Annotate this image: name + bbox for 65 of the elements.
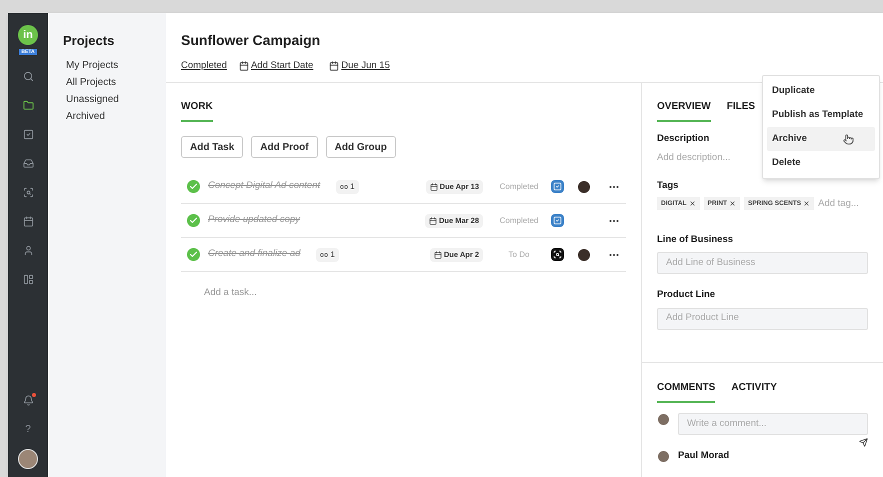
sidebar-item[interactable]: All Projects <box>66 76 151 90</box>
calendar-icon <box>434 250 442 258</box>
tab[interactable]: FILES <box>726 99 756 122</box>
calendar-icon <box>329 61 340 72</box>
start-date-link[interactable]: Add Start Date <box>238 59 314 74</box>
user-avatar <box>657 413 670 426</box>
tab[interactable]: WORK <box>181 99 213 122</box>
due-date-link[interactable]: Due Jun 15 <box>329 59 390 74</box>
link-icon <box>340 182 348 190</box>
tab[interactable]: ACTIVITY <box>731 380 777 403</box>
sidebar-title: Projects <box>63 32 116 50</box>
link-icon <box>320 250 328 258</box>
menu-item[interactable]: Archive <box>767 127 875 151</box>
checkbox-icon[interactable] <box>22 129 34 140</box>
task-status: To Do <box>508 248 530 260</box>
field-label: Description <box>657 132 710 146</box>
complete-check-icon[interactable] <box>187 214 200 227</box>
search-icon[interactable] <box>22 71 34 82</box>
layout-icon[interactable] <box>22 274 34 286</box>
action-button[interactable]: Add Group <box>326 136 396 158</box>
field-label: Tags <box>657 178 678 192</box>
menu-item[interactable]: Publish as Template <box>767 103 875 127</box>
complete-check-icon[interactable] <box>187 248 200 261</box>
remove-icon[interactable] <box>729 200 736 208</box>
notification-bell-icon[interactable] <box>22 395 34 406</box>
task-status: Completed <box>498 180 540 192</box>
calendar-icon <box>238 61 249 72</box>
proof-app-icon[interactable] <box>551 180 564 193</box>
status-link[interactable]: Completed <box>181 59 227 74</box>
calendar-icon[interactable] <box>22 216 34 228</box>
action-button[interactable]: Add Task <box>181 136 244 158</box>
tab[interactable]: OVERVIEW <box>657 99 711 122</box>
proof-app-icon[interactable] <box>551 214 564 227</box>
folder-icon[interactable] <box>22 100 34 112</box>
help-link[interactable]: ? <box>25 422 31 437</box>
menu-item[interactable]: Duplicate <box>767 79 875 103</box>
send-icon[interactable] <box>859 438 868 447</box>
action-button[interactable]: Add Proof <box>251 136 318 158</box>
field-label: Product Line <box>657 288 716 302</box>
sidebar-item[interactable]: My Projects <box>66 58 151 72</box>
inbox-icon[interactable] <box>22 158 34 170</box>
link-count: 1 <box>316 248 339 262</box>
app-logo: in <box>18 25 38 45</box>
complete-check-icon[interactable] <box>187 180 200 193</box>
assignee-avatar <box>577 248 591 262</box>
comment-author: Paul Morad <box>678 449 730 463</box>
user-avatar[interactable] <box>18 449 38 469</box>
calendar-icon <box>428 216 437 224</box>
tab[interactable]: COMMENTS <box>657 380 716 403</box>
menu-item[interactable]: Delete <box>767 151 875 175</box>
project-title: Sunflower Campaign <box>181 31 322 50</box>
field-label: Line of Business <box>657 233 734 247</box>
sidebar-item[interactable]: Unassigned <box>66 92 151 106</box>
sidebar-item[interactable]: Archived <box>66 110 151 124</box>
commenter-avatar <box>657 450 670 463</box>
task-status: Completed <box>498 214 540 226</box>
remove-icon[interactable] <box>803 200 810 208</box>
assignee-avatar <box>577 180 591 194</box>
document-search-icon[interactable] <box>22 187 34 198</box>
review-app-icon[interactable] <box>551 248 564 261</box>
remove-icon[interactable] <box>688 200 696 208</box>
link-count: 1 <box>336 180 359 194</box>
calendar-icon <box>430 182 438 190</box>
person-icon[interactable] <box>22 245 34 256</box>
hand-cursor-icon <box>843 134 854 144</box>
